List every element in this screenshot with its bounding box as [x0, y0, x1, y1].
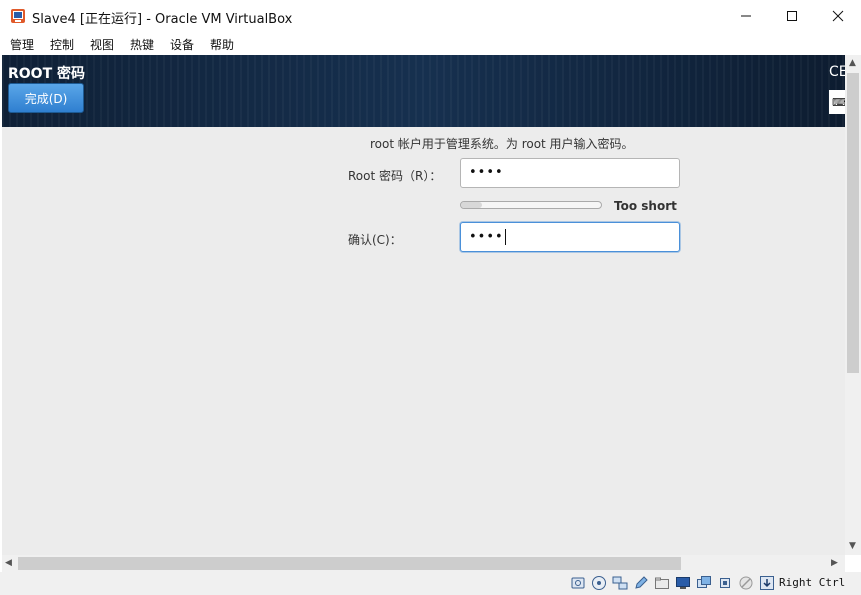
scroll-up-icon[interactable]: ▲ — [849, 58, 856, 68]
close-icon — [832, 10, 844, 22]
menu-devices[interactable]: 设备 — [170, 36, 194, 53]
password-strength-text: Too short — [614, 199, 677, 213]
horizontal-scrollbar[interactable]: ◀ ▶ — [2, 555, 845, 572]
confirm-password-dots: •••• — [469, 229, 504, 245]
close-button[interactable] — [815, 0, 861, 32]
password-strength-fill — [461, 202, 482, 208]
shared-folder-icon[interactable] — [654, 575, 670, 591]
window-title: Slave4 [正在运行] - Oracle VM VirtualBox — [32, 12, 293, 27]
status-bar: Right Ctrl — [0, 572, 861, 595]
confirm-password-field[interactable]: •••• — [460, 222, 680, 252]
keyboard-icon: ⌨ — [832, 96, 845, 109]
maximize-icon — [787, 11, 797, 21]
root-password-field[interactable]: •••• — [460, 158, 680, 188]
menu-manage[interactable]: 管理 — [10, 36, 34, 53]
title-bar: Slave4 [正在运行] - Oracle VM VirtualBox — [0, 0, 861, 32]
horizontal-scroll-thumb[interactable] — [18, 557, 681, 570]
minimize-button[interactable] — [723, 0, 769, 32]
host-key-label: Right Ctrl — [779, 576, 846, 589]
vm-window-icon[interactable] — [696, 575, 712, 591]
done-button[interactable]: 完成(D) — [8, 83, 84, 113]
pencil-icon[interactable] — [633, 575, 649, 591]
maximize-button[interactable] — [769, 0, 815, 32]
page-title: ROOT 密码 — [8, 66, 86, 82]
confirm-password-label: 确认(C)： — [348, 233, 402, 247]
menu-help[interactable]: 帮助 — [210, 36, 234, 53]
vm-display[interactable]: ROOT 密码 完成(D) CE ⌨ root 帐户用于管理系统。为 root … — [2, 55, 845, 555]
form-description: root 帐户用于管理系统。为 root 用户输入密码。 — [370, 137, 634, 151]
vertical-scroll-thumb[interactable] — [847, 73, 859, 373]
scroll-right-icon[interactable]: ▶ — [831, 558, 838, 568]
vertical-scrollbar[interactable]: ▲ ▼ — [845, 55, 861, 555]
header-side-text: CE — [829, 64, 845, 80]
network-icon[interactable] — [612, 575, 628, 591]
cpu-icon[interactable] — [717, 575, 733, 591]
optical-disk-icon[interactable] — [591, 575, 607, 591]
menu-hotkeys[interactable]: 热键 — [130, 36, 154, 53]
password-strength-bar — [460, 201, 602, 209]
menu-bar: 管理 控制 视图 热键 设备 帮助 — [0, 32, 861, 55]
virtualbox-app-icon — [11, 9, 25, 23]
root-password-value: •••• — [469, 165, 504, 180]
hard-disk-icon[interactable] — [570, 575, 586, 591]
text-caret — [504, 229, 506, 245]
arrow-down-icon[interactable] — [759, 575, 775, 591]
confirm-password-value: •••• — [469, 229, 506, 245]
scroll-down-icon[interactable]: ▼ — [849, 541, 856, 551]
minimize-icon — [741, 15, 751, 17]
display-icon[interactable] — [675, 575, 691, 591]
mouse-capture-icon[interactable] — [738, 575, 754, 591]
scroll-left-icon[interactable]: ◀ — [5, 558, 12, 568]
header-banner: ROOT 密码 完成(D) CE ⌨ — [2, 55, 845, 127]
menu-control[interactable]: 控制 — [50, 36, 74, 53]
root-password-label: Root 密码（R）： — [348, 169, 442, 183]
keyboard-layout-indicator[interactable]: ⌨ — [829, 90, 845, 114]
menu-view[interactable]: 视图 — [90, 36, 114, 53]
